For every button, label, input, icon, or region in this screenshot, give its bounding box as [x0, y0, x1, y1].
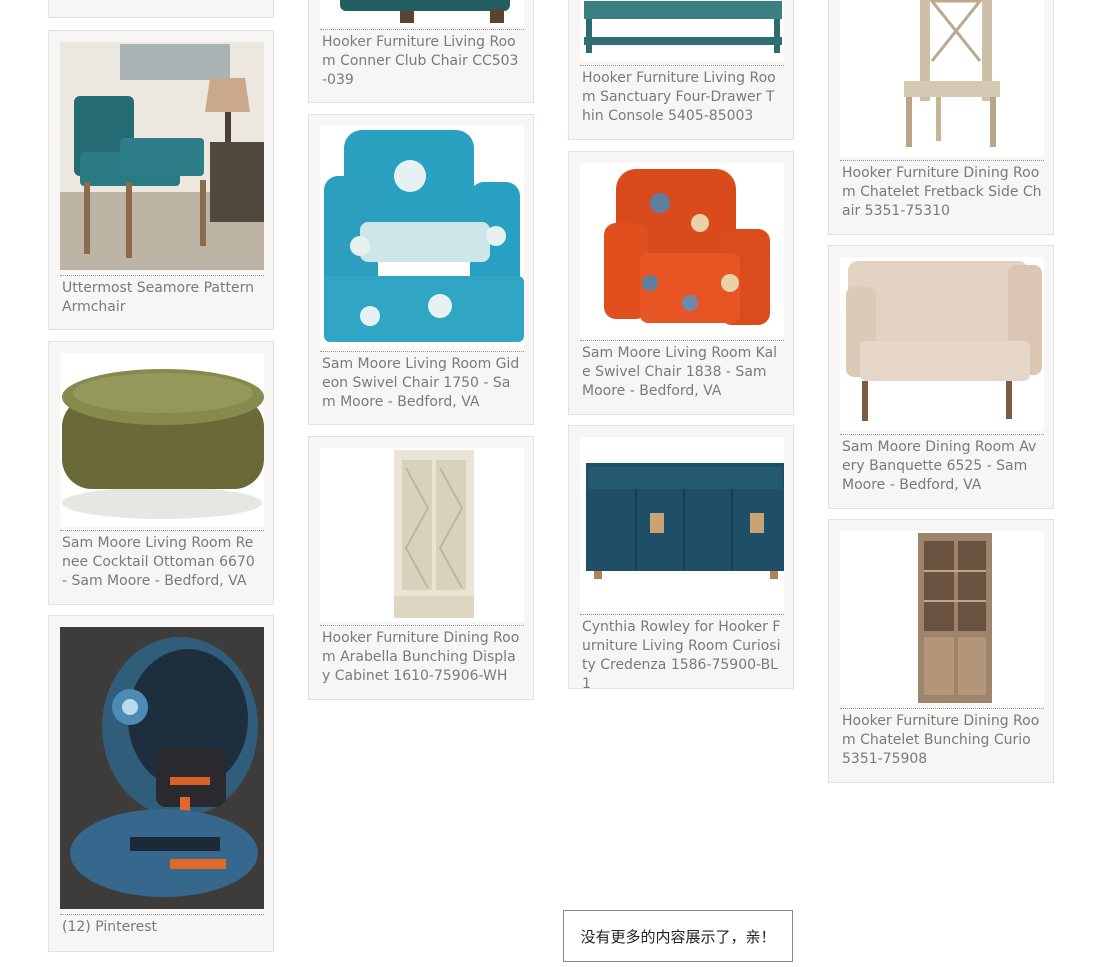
- pin-caption[interactable]: Sam Moore Living Room Renee Cocktail Ott…: [62, 534, 262, 591]
- pin-caption[interactable]: Hooker Furniture Living Room Sanctuary F…: [582, 69, 782, 126]
- caption-separator: [580, 340, 784, 341]
- caption-separator: [580, 65, 784, 66]
- fretback-side-chair-image[interactable]: [840, 0, 1044, 157]
- caption-separator: [580, 614, 784, 615]
- pin-card[interactable]: Hooker Furniture Dining Room Chatelet Bu…: [828, 519, 1054, 783]
- pin-card[interactable]: Hooker Furniture Living Room Sanctuary F…: [568, 0, 794, 140]
- pin-caption[interactable]: Hooker Furniture Dining Room Chatelet Bu…: [842, 712, 1042, 769]
- teal-console-image[interactable]: [580, 0, 784, 61]
- caption-separator: [60, 914, 264, 915]
- orange-floral-chair-image[interactable]: [580, 163, 784, 337]
- pin-card[interactable]: Cynthia Rowley for Hooker Furniture Livi…: [568, 425, 794, 692]
- caption-separator: [320, 625, 524, 626]
- pin-card-top-stub[interactable]: [48, 0, 274, 18]
- pin-card[interactable]: Sam Moore Living Room Renee Cocktail Ott…: [48, 341, 274, 605]
- caption-separator: [840, 708, 1044, 709]
- pin-card[interactable]: Hooker Furniture Dining Room Arabella Bu…: [308, 436, 534, 700]
- wood-curio-cabinet-image[interactable]: [840, 531, 1044, 705]
- pin-caption[interactable]: Hooker Furniture Living Room Conner Club…: [322, 33, 522, 90]
- caption-separator: [840, 160, 1044, 161]
- caption-separator: [60, 275, 264, 276]
- blue-ikat-swivel-chair-image[interactable]: [320, 126, 524, 348]
- caption-separator: [840, 434, 1044, 435]
- pin-caption[interactable]: Sam Moore Living Room Gideon Swivel Chai…: [322, 355, 522, 412]
- pin-card[interactable]: Hooker Furniture Living Room Conner Club…: [308, 0, 534, 103]
- pin-caption[interactable]: Uttermost Seamore Pattern Armchair: [62, 279, 262, 317]
- pin-caption[interactable]: Sam Moore Living Room Kale Swivel Chair …: [582, 344, 782, 401]
- pin-card[interactable]: Sam Moore Living Room Kale Swivel Chair …: [568, 151, 794, 415]
- pin-caption[interactable]: Hooker Furniture Dining Room Arabella Bu…: [322, 629, 522, 686]
- pin-caption[interactable]: Sam Moore Dining Room Avery Banquette 65…: [842, 438, 1042, 495]
- caption-separator: [320, 351, 524, 352]
- white-display-cabinet-image[interactable]: [320, 448, 524, 622]
- pin-caption[interactable]: Hooker Furniture Dining Room Chatelet Fr…: [842, 164, 1042, 221]
- caption-separator: [60, 530, 264, 531]
- pin-card[interactable]: (12) Pinterest: [48, 615, 274, 952]
- no-more-content-notice: 没有更多的内容展示了，亲！: [563, 910, 793, 962]
- pin-caption[interactable]: Cynthia Rowley for Hooker Furniture Livi…: [582, 618, 782, 694]
- caption-separator: [320, 29, 524, 30]
- robot-bust-image[interactable]: [60, 627, 264, 909]
- no-more-content-text: 没有更多的内容展示了，亲！: [580, 927, 776, 946]
- pin-card[interactable]: Sam Moore Living Room Gideon Swivel Chai…: [308, 114, 534, 425]
- teal-armchair-image[interactable]: [60, 42, 264, 270]
- pin-card[interactable]: Hooker Furniture Dining Room Chatelet Fr…: [828, 0, 1054, 235]
- club-chair-image[interactable]: [320, 0, 524, 27]
- pin-caption[interactable]: (12) Pinterest: [62, 918, 262, 937]
- olive-round-ottoman-image[interactable]: [60, 353, 264, 527]
- pin-card[interactable]: Sam Moore Dining Room Avery Banquette 65…: [828, 245, 1054, 509]
- pin-card[interactable]: Uttermost Seamore Pattern Armchair: [48, 30, 274, 330]
- beige-banquette-image[interactable]: [840, 257, 1044, 431]
- navy-credenza-image[interactable]: [580, 437, 784, 611]
